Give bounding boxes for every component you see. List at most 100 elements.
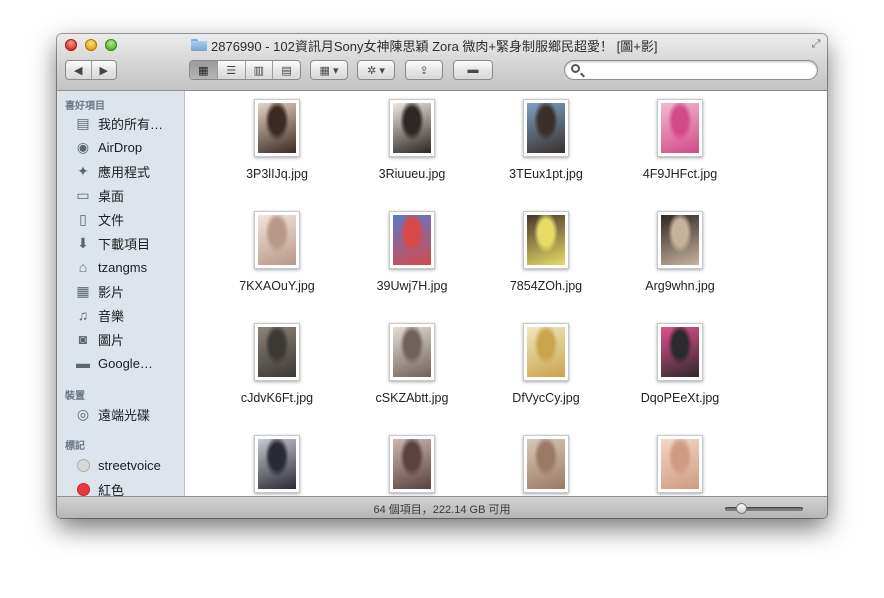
thumbnail-image: [258, 215, 296, 265]
file-item[interactable]: DfVycCy.jpg: [482, 315, 602, 423]
file-item[interactable]: 39Uwj7H.jpg: [348, 203, 468, 311]
sidebar-item-label: 紅色: [98, 482, 125, 497]
file-item[interactable]: [616, 427, 736, 496]
file-item[interactable]: 4F9JHFct.jpg: [616, 91, 736, 199]
arrange-icon: ▦ ▾: [319, 64, 339, 77]
tag-color-icon: [74, 456, 92, 474]
sidebar-item-all-files[interactable]: ▤ 我的所有…: [57, 112, 184, 134]
file-thumbnail: [389, 323, 435, 381]
file-item[interactable]: 7854ZOh.jpg: [482, 203, 602, 311]
favorites-header: 喜好項目: [65, 101, 105, 112]
sidebar-item-label: Google…: [98, 355, 153, 371]
sidebar-item-label: streetvoice: [98, 457, 161, 473]
window-title-text: 2876990 - 102資訊月Sony女神陳思穎 Zora 微肉+緊身制服鄉民…: [211, 38, 658, 54]
tags-button[interactable]: ▬: [453, 60, 493, 80]
file-item[interactable]: 3Riuueu.jpg: [348, 91, 468, 199]
file-item[interactable]: [348, 427, 468, 496]
desktop-icon: ▭: [76, 186, 90, 203]
fullscreen-icon[interactable]: ⤢: [810, 38, 822, 50]
file-thumbnail: [523, 99, 569, 157]
file-name: 39Uwj7H.jpg: [376, 279, 448, 293]
coverflow-view-button[interactable]: ▤: [273, 61, 300, 79]
list-view-button[interactable]: ☰: [218, 61, 246, 79]
file-thumbnail: [389, 211, 435, 269]
minimize-button[interactable]: [85, 39, 97, 51]
arrange-button[interactable]: ▦ ▾: [310, 60, 348, 80]
sidebar-item-label: 文件: [98, 212, 125, 228]
file-item[interactable]: 3P3lIJq.jpg: [213, 91, 333, 199]
home-icon: ⌂: [78, 259, 88, 275]
sidebar: 喜好項目 ▤ 我的所有… ◉ AirDrop ✦ 應用程式 ▭ 桌面 ▯ 文件 …: [57, 91, 185, 496]
file-thumbnail: [523, 435, 569, 493]
sidebar-item-google[interactable]: ▬ Google…: [57, 352, 184, 374]
sidebar-item-movies[interactable]: ▦ 影片: [57, 280, 184, 302]
icon-view-icon: ▦: [198, 64, 209, 77]
column-view-button[interactable]: ▥: [246, 61, 274, 79]
thumbnail-image: [258, 439, 296, 489]
share-button[interactable]: ⇪: [405, 60, 443, 80]
sidebar-item-remote-disc[interactable]: ◎ 遠端光碟: [57, 403, 184, 425]
sidebar-item-desktop[interactable]: ▭ 桌面: [57, 184, 184, 206]
sidebar-item-home[interactable]: ⌂ tzangms: [57, 256, 184, 278]
sidebar-item-label: 遠端光碟: [98, 407, 151, 423]
thumbnail-image: [661, 439, 699, 489]
pictures-icon: ◙: [78, 331, 88, 347]
sidebar-item-music[interactable]: ♫ 音樂: [57, 304, 184, 326]
file-name: cJdvK6Ft.jpg: [240, 391, 314, 405]
thumbnail-image: [661, 215, 699, 265]
file-name: Arg9whn.jpg: [645, 279, 715, 293]
documents-icon: ▯: [79, 210, 87, 227]
thumbnail-image: [527, 103, 565, 153]
downloads-icon: ⬇: [77, 234, 89, 251]
file-item[interactable]: Arg9whn.jpg: [616, 203, 736, 311]
status-bar: 64 個項目，222.14 GB 可用: [57, 496, 827, 518]
status-text: 64 個項目，222.14 GB 可用: [373, 504, 511, 516]
sidebar-item-applications[interactable]: ✦ 應用程式: [57, 160, 184, 182]
sidebar-item-tag-streetvoice[interactable]: streetvoice: [57, 454, 184, 476]
sidebar-item-label: 下載項目: [98, 236, 151, 252]
file-thumbnail: [254, 323, 300, 381]
file-thumbnail: [254, 99, 300, 157]
sidebar-item-airdrop[interactable]: ◉ AirDrop: [57, 136, 184, 158]
search-field[interactable]: [564, 60, 818, 80]
icon-view-button[interactable]: ▦: [190, 61, 218, 79]
sidebar-item-tag-red[interactable]: 紅色: [57, 478, 184, 496]
search-icon: [571, 64, 580, 73]
file-thumbnail: [657, 99, 703, 157]
sidebar-item-downloads[interactable]: ⬇ 下載項目: [57, 232, 184, 254]
thumbnail-image: [258, 327, 296, 377]
share-icon: ⇪: [419, 64, 429, 77]
thumbnail-image: [661, 103, 699, 153]
close-button[interactable]: [65, 39, 77, 51]
window-title: 2876990 - 102資訊月Sony女神陳思穎 Zora 微肉+緊身制服鄉民…: [191, 37, 791, 54]
file-item[interactable]: DqoPEeXt.jpg: [616, 315, 736, 423]
search-input[interactable]: [587, 62, 811, 80]
file-name: 7854ZOh.jpg: [509, 279, 583, 293]
file-item[interactable]: 7KXAOuY.jpg: [213, 203, 333, 311]
file-name: 3Riuueu.jpg: [378, 167, 446, 181]
sidebar-item-documents[interactable]: ▯ 文件: [57, 208, 184, 230]
file-item[interactable]: cJdvK6Ft.jpg: [213, 315, 333, 423]
title-bar: 2876990 - 102資訊月Sony女神陳思穎 Zora 微肉+緊身制服鄉民…: [57, 34, 827, 91]
file-item[interactable]: 3TEux1pt.jpg: [482, 91, 602, 199]
file-name: cSKZAbtt.jpg: [375, 391, 449, 405]
back-button[interactable]: ◀: [66, 61, 92, 79]
forward-arrow-icon: ▶: [99, 64, 108, 77]
file-item[interactable]: cSKZAbtt.jpg: [348, 315, 468, 423]
forward-button[interactable]: ▶: [92, 61, 117, 79]
all-files-icon: ▤: [76, 114, 90, 131]
movies-icon: ▦: [76, 282, 90, 299]
file-icon-grid: 3P3lIJq.jpg 3Riuueu.jpg 3TEux1pt.jpg 4F9JHF…: [185, 91, 827, 496]
file-item[interactable]: [213, 427, 333, 496]
column-view-icon: ▥: [253, 64, 265, 77]
zoom-button[interactable]: [105, 39, 117, 51]
airdrop-icon: ◉: [76, 138, 90, 155]
file-item[interactable]: [482, 427, 602, 496]
file-thumbnail: [523, 211, 569, 269]
icon-size-slider-knob[interactable]: [735, 503, 747, 514]
back-forward-control: ◀ ▶: [65, 60, 117, 80]
sidebar-item-pictures[interactable]: ◙ 圖片: [57, 328, 184, 350]
action-button[interactable]: ✲ ▾: [357, 60, 395, 80]
gear-icon: ✲ ▾: [367, 64, 385, 77]
file-name: DqoPEeXt.jpg: [640, 391, 720, 405]
